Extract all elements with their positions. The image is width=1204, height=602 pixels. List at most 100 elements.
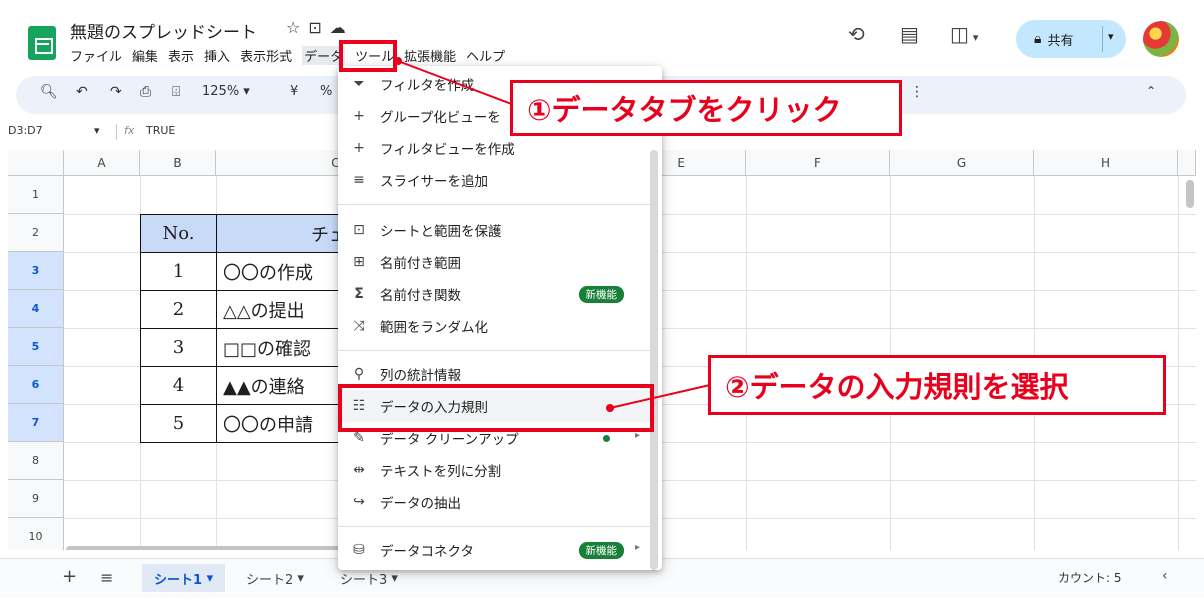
menu-item-label: 列の統計情報 [380,368,461,384]
vertical-scrollbar-thumb[interactable] [1186,180,1194,208]
shuffle-icon: ⤨ [353,318,365,334]
menu-item-named-functions[interactable]: Σ 名前付き関数 新機能 [338,278,654,310]
row-header-8[interactable]: 8 [8,442,64,480]
highlight-data-menu [339,40,397,72]
table-cell-no[interactable]: 3 [140,328,217,367]
menu-item-named-ranges[interactable]: ⊞ 名前付き範囲 [338,246,654,278]
sigma-icon: Σ [354,286,364,302]
search-menus-icon[interactable]: 🔍︎ [40,84,58,100]
name-box[interactable]: D3:D7 [8,124,43,137]
sheet-tab-label: シート3 [340,572,388,588]
sheet-tab-label: シート2 [246,572,294,588]
redo-icon[interactable]: ↷ [110,84,122,100]
callout-step-2: ②データの入力規則を選択 [708,355,1166,415]
cloud-status-icon[interactable]: ☁ [330,18,354,37]
menu-file[interactable]: ファイル [70,46,122,65]
menu-item-label: スライサーを追加 [380,174,488,190]
menu-help[interactable]: ヘルプ [466,46,505,65]
column-header-overflow [1178,150,1196,176]
menu-format[interactable]: 表示形式 [240,46,292,65]
menu-item-label: 範囲をランダム化 [380,320,488,336]
table-header-no[interactable]: No. [140,214,217,253]
row-header-2[interactable]: 2 [8,214,64,252]
lightbulb-icon: ⚲ [353,366,365,382]
percent-format-button[interactable]: % [320,84,332,99]
zoom-select[interactable]: 125% ▾ [202,84,250,99]
explore-collapse-icon[interactable]: ‹ [1162,568,1168,584]
menu-item-create-filter-view[interactable]: + フィルタビューを作成 [338,132,654,164]
formula-input[interactable]: TRUE [146,124,175,137]
new-feature-badge: 新機能 [578,542,624,559]
menu-item-data-extraction[interactable]: ↪ データの抽出 [338,486,654,518]
document-title[interactable]: 無題のスプレッドシート [70,18,257,43]
column-header-h[interactable]: H [1034,150,1178,176]
menu-item-randomize-range[interactable]: ⤨ 範囲をランダム化 [338,310,654,342]
menu-item-label: データの抽出 [380,496,461,512]
menu-item-label: テキストを列に分割 [380,464,502,480]
sheets-logo-icon[interactable] [28,26,56,60]
history-icon[interactable]: ⟲ [848,22,865,46]
paint-format-icon[interactable]: ⌹ [172,84,180,100]
menu-separator [338,204,654,205]
sheet-tab-1[interactable]: シート1 ▾ [142,564,226,592]
menu-item-add-slicer[interactable]: ≡ スライサーを追加 [338,164,654,196]
meet-camera-icon[interactable]: ◫ ▾ [950,22,978,46]
column-header-b[interactable]: B [140,150,216,176]
row-header-6[interactable]: 6 [8,366,64,404]
data-menu: ⏷ フィルタを作成 + グループ化ビューを + フィルタビューを作成 ≡ スライサーを追… [338,66,662,570]
print-icon[interactable]: ⎙ [140,84,151,100]
split-icon: ⇹ [353,462,365,478]
status-count[interactable]: カウント: 5 [1058,569,1122,586]
column-header-a[interactable]: A [64,150,140,176]
column-header-f[interactable]: F [746,150,890,176]
share-dropdown-icon[interactable]: ▾ [1108,30,1114,43]
table-cell-no[interactable]: 4 [140,366,217,405]
all-sheets-icon[interactable]: ≡ [100,568,113,587]
row-header-10[interactable]: 10 [8,518,64,550]
formula-divider [116,124,117,140]
meet-dropdown-icon[interactable]: ▾ [973,31,979,44]
menu-view[interactable]: 表示 [168,46,194,65]
new-feature-badge: 新機能 [578,286,624,303]
row-header-4[interactable]: 4 [8,290,64,328]
collapse-toolbar-icon[interactable]: ⌃ [1146,84,1156,98]
select-all-corner[interactable] [8,150,64,176]
menu-scrollbar[interactable] [650,150,658,570]
row-header-3[interactable]: 3 [8,252,64,290]
menu-separator [338,526,654,527]
table-cell-no[interactable]: 2 [140,290,217,329]
grid-line [1178,176,1179,550]
move-to-folder-icon[interactable]: ⊡ [308,18,329,37]
menu-edit[interactable]: 編集 [132,46,158,65]
menu-item-protect[interactable]: ⊡ シートと範囲を保護 [338,214,654,246]
table-cell-no[interactable]: 1 [140,252,217,291]
row-header-5[interactable]: 5 [8,328,64,366]
menu-insert[interactable]: 挿入 [204,46,230,65]
star-icon[interactable]: ☆ [286,18,308,37]
comment-icon[interactable]: ▤ [900,22,919,46]
menu-item-data-connectors[interactable]: ⛁ データコネクタ 新機能 ▸ [338,534,654,566]
menu-item-split-text[interactable]: ⇹ テキストを列に分割 [338,454,654,486]
sheet-tab-2[interactable]: シート2 ▾ [234,564,316,592]
more-options-icon[interactable]: ⋮ [910,84,924,100]
menu-item-label: フィルタを作成 [380,78,475,94]
column-header-g[interactable]: G [890,150,1034,176]
table-cell-no[interactable]: 5 [140,404,217,443]
menu-bar: ファイル 編集 表示 挿入 表示形式 データ ツール 拡張機能 ヘルプ [70,46,505,65]
menu-item-label: シートと範囲を保護 [380,224,502,240]
currency-format-button[interactable]: ¥ [290,84,298,99]
row-header-1[interactable]: 1 [8,176,64,214]
row-header-9[interactable]: 9 [8,480,64,518]
avatar[interactable] [1143,21,1179,57]
undo-icon[interactable]: ↶ [76,84,88,100]
add-sheet-icon[interactable]: + [62,566,77,587]
menu-item-label: 名前付き関数 [380,288,461,304]
row-header-7[interactable]: 7 [8,404,64,442]
name-box-dropdown-icon[interactable]: ▾ [94,124,100,137]
menu-extensions[interactable]: 拡張機能 [404,46,456,65]
horizontal-scrollbar-thumb[interactable] [66,546,366,550]
lock-icon: 🔒︎ [1034,31,1042,47]
highlight-data-validation [338,384,654,432]
share-button[interactable]: 🔒︎ 共有 ▾ [1016,20,1126,58]
title-icons: ☆⊡☁ [286,18,354,37]
